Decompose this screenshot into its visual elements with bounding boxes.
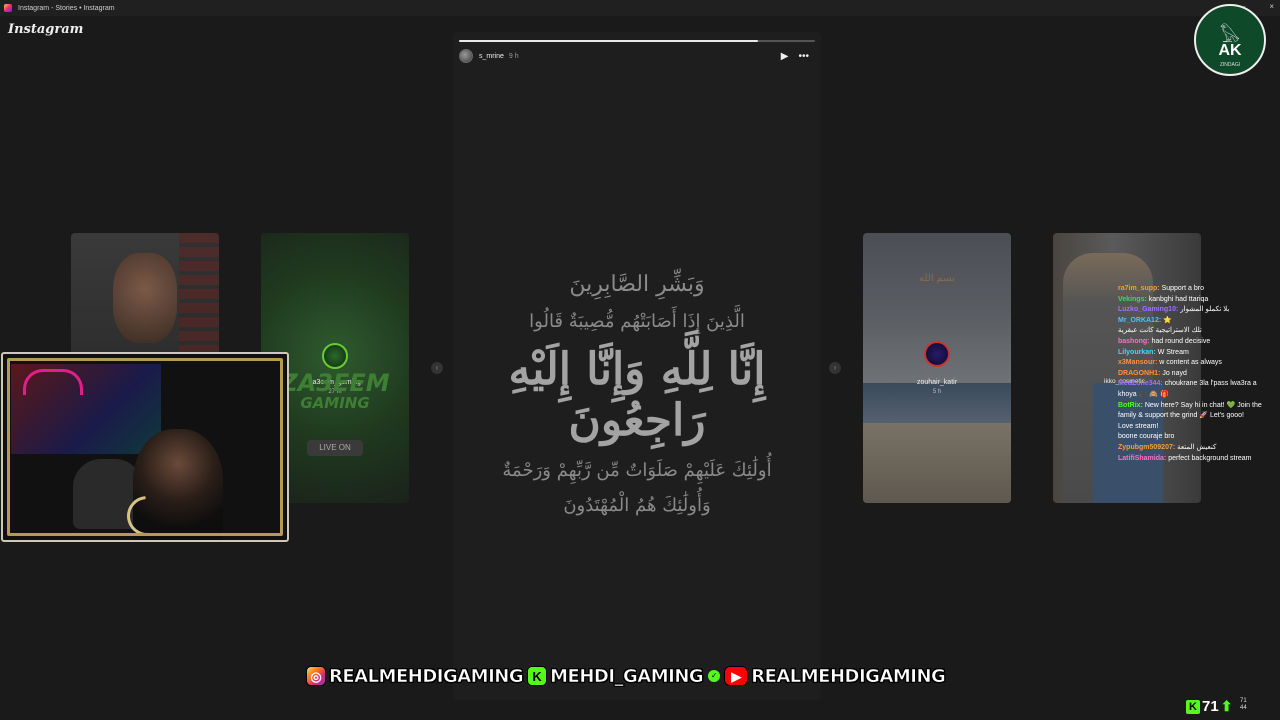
card-sand-image bbox=[863, 423, 1011, 503]
chat-text: perfect background stream bbox=[1168, 454, 1252, 462]
mini-stats: 71 44 bbox=[1240, 698, 1247, 712]
card-avatar bbox=[924, 341, 950, 367]
chat-message: Mr_ORKA12: ⭐ bbox=[1118, 316, 1272, 327]
chat-text: w content as always bbox=[1159, 359, 1222, 367]
chat-username[interactable]: Lilyourkan: bbox=[1118, 349, 1156, 356]
chat-text: Support a bro bbox=[1161, 285, 1204, 292]
story-header: s_mrine 9 h ▶ ••• bbox=[459, 48, 815, 64]
youtube-handle-text: REALMEHDIGAMING bbox=[751, 665, 946, 687]
next-story-button[interactable]: › bbox=[829, 362, 841, 374]
kick-handle: K MEHDI_GAMING ✓ bbox=[527, 665, 721, 687]
chat-text: Love stream! bbox=[1118, 422, 1159, 430]
verified-icon: ✓ bbox=[708, 670, 721, 682]
story-card-zouhair[interactable]: بسم الله zouhair_katir 5 h bbox=[863, 233, 1011, 503]
verse-line-4: أُولَٰئِكَ عَلَيْهِمْ صَلَوَاتٌ مِّن رَّ… bbox=[502, 460, 772, 481]
card-avatar bbox=[322, 343, 348, 369]
verse-line-5: وَأُولَٰئِكَ هُمُ الْمُهْتَدُونَ bbox=[563, 495, 711, 516]
chat-message: boone couraje bro bbox=[1118, 432, 1272, 443]
chat-username[interactable]: LatifiShamida: bbox=[1118, 455, 1166, 462]
stream-chat: ra7im_supp: Support a bro Vekings: kanbgh… bbox=[1118, 284, 1272, 464]
story-viewer[interactable]: s_mrine 9 h ▶ ••• وَبَشِّرِ الصَّابِرِين… bbox=[453, 32, 821, 700]
viewer-count: 71 bbox=[1202, 698, 1219, 715]
channel-logo: 𓅃 AK ZINDAGI bbox=[1194, 4, 1266, 76]
chat-message: bashong: had round decisive bbox=[1118, 337, 1272, 348]
chat-text: بلا تكملو المشوار bbox=[1180, 306, 1230, 314]
instagram-handle: ◎ REALMEHDIGAMING bbox=[306, 665, 524, 687]
chat-message: ra7im_supp: Support a bro bbox=[1118, 284, 1272, 295]
chat-text: had round decisive bbox=[1151, 337, 1211, 345]
chat-message: Love stream! bbox=[1118, 422, 1272, 433]
chat-message: LatifiShamida: perfect background stream bbox=[1118, 454, 1272, 465]
verse-line-1: وَبَشِّرِ الصَّابِرِينَ bbox=[569, 272, 705, 297]
kick-icon: K bbox=[527, 666, 548, 686]
story-progress-bar bbox=[459, 40, 815, 42]
chat-username[interactable]: DRAGONH1: bbox=[1118, 370, 1160, 377]
chat-username[interactable]: ra7im_supp: bbox=[1118, 285, 1160, 292]
mini-stat-1: 71 bbox=[1240, 698, 1247, 704]
logo-monogram: AK bbox=[1218, 42, 1242, 59]
instagram-app-icon bbox=[4, 4, 12, 12]
chat-username[interactable]: bashong: bbox=[1118, 338, 1150, 345]
chat-username[interactable]: BotRix: bbox=[1118, 402, 1143, 409]
story-username[interactable]: s_mrine bbox=[479, 53, 504, 60]
logo-subtitle: ZINDAGI bbox=[1219, 62, 1241, 68]
eagle-icon: 𓅃 bbox=[1219, 26, 1241, 46]
instagram-logo[interactable]: Instagram bbox=[8, 22, 83, 37]
story-calligraphy: وَبَشِّرِ الصَّابِرِينَ الَّذِينَ إِذَا … bbox=[453, 272, 821, 516]
chat-message: Vekings: kanbghi had ttariqa bbox=[1118, 295, 1272, 306]
chat-message: Zypubgm509207: كنعيش المتعة bbox=[1118, 443, 1272, 454]
viewer-counter: K 71 ⬆ bbox=[1186, 698, 1232, 715]
chat-message: Lilyourkan: W Stream bbox=[1118, 348, 1272, 359]
chat-text: كنعيش المتعة bbox=[1177, 443, 1217, 451]
chat-text: تلك الاستراتيجية كانت عبقرية bbox=[1118, 327, 1202, 335]
card-background bbox=[179, 233, 219, 353]
arrow-up-icon: ⬆ bbox=[1220, 698, 1233, 714]
social-banner: ◎ REALMEHDIGAMING K MEHDI_GAMING ✓ ▶ REA… bbox=[306, 660, 946, 692]
card-person-image bbox=[113, 253, 177, 343]
chat-message: DRAGONH1: Jo nayd bbox=[1118, 369, 1272, 380]
chat-text: kanbghi had ttariqa bbox=[1148, 295, 1209, 303]
instagram-handle-text: REALMEHDIGAMING bbox=[329, 665, 524, 687]
chat-text: W Stream bbox=[1157, 348, 1189, 356]
chat-text: boone couraje bro bbox=[1118, 433, 1175, 441]
verse-line-2: الَّذِينَ إِذَا أَصَابَتْهُم مُّصِيبَةٌ … bbox=[529, 311, 745, 332]
chat-text: ⭐ bbox=[1163, 316, 1172, 324]
chat-username[interactable]: Zypubgm509207: bbox=[1118, 444, 1175, 451]
window-title: Instagram - Stories • Instagram bbox=[18, 4, 115, 12]
chat-username[interactable]: MedZone344: bbox=[1118, 380, 1163, 387]
more-icon[interactable]: ••• bbox=[798, 51, 809, 62]
verse-line-3: إِنَّا لِلَّهِ وَإِنَّا إِلَيْهِ رَاجِعُ… bbox=[508, 344, 766, 446]
chat-message: MedZone344: choukrane 3la l'pass lwa3ra … bbox=[1118, 379, 1272, 400]
screen: Instagram - Stories • Instagram – × Inst… bbox=[0, 0, 1280, 720]
kick-handle-text: MEHDI_GAMING bbox=[550, 665, 704, 687]
close-button[interactable]: × bbox=[1269, 2, 1274, 11]
youtube-icon: ▶ bbox=[724, 666, 749, 686]
live-on-badge: LIVE ON bbox=[307, 440, 363, 456]
previous-story-button[interactable]: ‹ bbox=[431, 362, 443, 374]
chat-message: x3Mansour: w content as always bbox=[1118, 358, 1272, 369]
chat-message: تلك الاستراتيجية كانت عبقرية bbox=[1118, 326, 1272, 337]
youtube-handle: ▶ REALMEHDIGAMING bbox=[724, 665, 946, 687]
webcam-overlay bbox=[1, 352, 289, 542]
play-icon[interactable]: ▶ bbox=[781, 51, 789, 62]
card-time: 5 h bbox=[932, 389, 942, 395]
mini-stat-2: 44 bbox=[1240, 705, 1247, 711]
chat-username[interactable]: x3Mansour: bbox=[1118, 359, 1157, 366]
chat-username[interactable]: Luzko_Gaming10: bbox=[1118, 306, 1178, 313]
kick-icon: K bbox=[1186, 699, 1200, 714]
chat-message: BotRix: New here? Say hi in chat! 💚 Join… bbox=[1118, 401, 1272, 422]
chat-message: Luzko_Gaming10: بلا تكملو المشوار bbox=[1118, 305, 1272, 316]
story-avatar[interactable] bbox=[459, 49, 473, 63]
card-username: zouhair_katir bbox=[916, 379, 958, 386]
chat-username[interactable]: Mr_ORKA12: bbox=[1118, 317, 1161, 324]
webcam-frame bbox=[7, 358, 283, 536]
instagram-icon: ◎ bbox=[306, 666, 326, 686]
chat-text: Jo nayd bbox=[1162, 369, 1187, 377]
story-progress-fill bbox=[459, 40, 759, 42]
card-overlay-text: بسم الله bbox=[919, 273, 955, 284]
story-time: 9 h bbox=[508, 52, 519, 60]
window-titlebar: Instagram - Stories • Instagram – × bbox=[0, 0, 1280, 16]
chat-username[interactable]: Vekings: bbox=[1118, 296, 1147, 303]
